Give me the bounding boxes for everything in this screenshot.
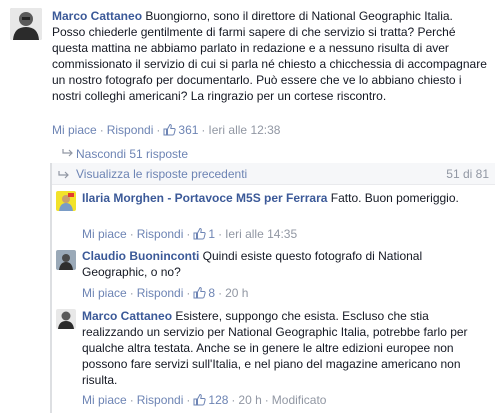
like-count[interactable]: 361: [163, 123, 198, 137]
thumbs-up-icon: [193, 227, 207, 244]
main-comment: Marco Cattaneo Buongiorno, sono il diret…: [0, 0, 495, 148]
reply-body: Marco Cattaneo Esistere, suppongo che es…: [82, 308, 487, 388]
reply-arrow-icon: [58, 169, 70, 179]
reply-actions: Mi piace · Rispondi · 1 · Ieri alle 14:35: [82, 226, 297, 244]
reply-item: Ilaria Morghen - Portavoce M5S per Ferra…: [52, 191, 495, 247]
reply-button[interactable]: Rispondi: [137, 227, 184, 241]
reply-body: Ilaria Morghen - Portavoce M5S per Ferra…: [82, 190, 487, 206]
replies-list: Visualizza le risposte precedenti 51 di …: [50, 163, 495, 413]
like-count-value: 128: [208, 393, 229, 407]
main-comment-actions: Mi piace · Rispondi · 361 · Ieri alle 12:38: [52, 122, 280, 140]
main-comment-text: Buongiorno, sono il direttore di Nationa…: [52, 9, 487, 103]
like-count[interactable]: 1: [193, 227, 215, 241]
reply-actions: Mi piace · Rispondi · 8 · 20 h: [82, 285, 248, 303]
reply-button[interactable]: Rispondi: [137, 286, 184, 300]
main-comment-body: Marco Cattaneo Buongiorno, sono il diret…: [52, 8, 488, 104]
reply-body: Claudio Buoninconti Quindi esiste questo…: [82, 248, 487, 280]
reply-time[interactable]: Ieri alle 14:35: [225, 227, 297, 241]
thumbs-up-icon: [193, 393, 207, 410]
reply-author[interactable]: Marco Cattaneo: [82, 309, 172, 323]
claudio-buoninconti-avatar[interactable]: [56, 250, 76, 270]
marco-cattaneo-avatar[interactable]: [56, 309, 76, 329]
reply-author[interactable]: Claudio Buoninconti: [82, 249, 199, 263]
reply-item: Marco Cattaneo Esistere, suppongo che es…: [52, 309, 495, 413]
comment-time[interactable]: Ieri alle 12:38: [208, 123, 280, 137]
like-button[interactable]: Mi piace: [52, 123, 97, 137]
reply-time[interactable]: 20 h: [225, 286, 248, 300]
view-previous-replies-link[interactable]: Visualizza le risposte precedenti: [76, 166, 247, 182]
ilaria-morghen-avatar[interactable]: [56, 191, 76, 211]
like-button[interactable]: Mi piace: [82, 227, 127, 241]
marco-cattaneo-avatar[interactable]: [10, 8, 42, 40]
hide-replies-label[interactable]: Nascondi 51 risposte: [76, 147, 188, 161]
reply-button[interactable]: Rispondi: [107, 123, 154, 137]
reply-actions: Mi piace · Rispondi · 128 · 20 h · Modificato: [82, 392, 326, 410]
like-button[interactable]: Mi piace: [82, 393, 127, 407]
reply-text: Fatto. Buon pomeriggio.: [330, 191, 459, 205]
reply-button[interactable]: Rispondi: [137, 393, 184, 407]
thumbs-up-icon: [193, 286, 207, 303]
reply-time[interactable]: 20 h: [238, 393, 261, 407]
previous-replies-row[interactable]: Visualizza le risposte precedenti 51 di …: [52, 163, 495, 185]
thumbs-up-icon: [163, 123, 177, 140]
like-count[interactable]: 8: [193, 286, 215, 300]
replies-count: 51 di 81: [446, 167, 489, 181]
like-count-value: 361: [178, 123, 199, 137]
hide-replies-toggle[interactable]: Nascondi 51 risposte: [62, 146, 188, 162]
like-button[interactable]: Mi piace: [82, 286, 127, 300]
reply-item: Claudio Buoninconti Quindi esiste questo…: [52, 248, 495, 306]
main-comment-author[interactable]: Marco Cattaneo: [52, 9, 142, 23]
reply-author[interactable]: Ilaria Morghen - Portavoce M5S per Ferra…: [82, 191, 327, 205]
like-count[interactable]: 128: [193, 393, 228, 407]
edited-label[interactable]: Modificato: [272, 393, 327, 407]
